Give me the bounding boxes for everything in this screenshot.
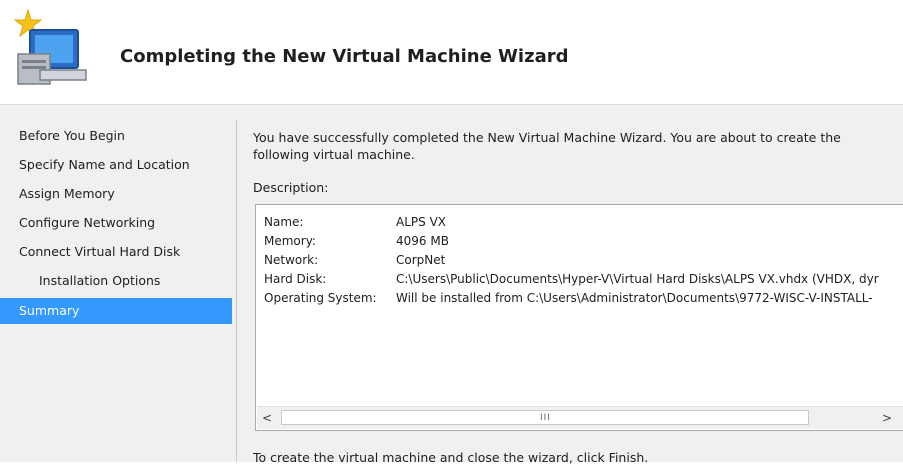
description-row-operating-system: Operating System: Will be installed from … — [264, 289, 879, 308]
step-connect-virtual-hard-disk[interactable]: Connect Virtual Hard Disk — [0, 239, 232, 265]
horizontal-scrollbar[interactable]: < III > — [257, 406, 903, 429]
scrollbar-grip-icon: III — [540, 413, 551, 423]
description-row-memory: Memory: 4096 MB — [264, 232, 879, 251]
description-key: Operating System: — [264, 291, 377, 305]
description-box[interactable]: Name: ALPS VX Memory: 4096 MB Network: Corp… — [255, 204, 903, 431]
description-label: Description: — [253, 180, 329, 195]
intro-text: You have successfully completed the New … — [253, 130, 841, 162]
description-table: Name: ALPS VX Memory: 4096 MB Network: Corp… — [264, 213, 879, 308]
wizard-header: Completing the New Virtual Machine Wizar… — [0, 0, 903, 105]
description-value: C:\Users\Public\Documents\Hyper-V\Virtua… — [396, 272, 879, 286]
finish-instruction-text: To create the virtual machine and close … — [253, 450, 649, 465]
step-summary[interactable]: Summary — [0, 298, 232, 324]
description-value: ALPS VX — [396, 215, 446, 229]
description-row-network: Network: CorpNet — [264, 251, 879, 270]
step-before-you-begin[interactable]: Before You Begin — [0, 123, 232, 149]
wizard-steps-sidebar: Before You Begin Specify Name and Locati… — [0, 105, 236, 462]
description-row-hard-disk: Hard Disk: C:\Users\Public\Documents\Hype… — [264, 270, 879, 289]
summary-content: You have successfully completed the New … — [253, 105, 903, 465]
computer-with-star-icon — [13, 8, 87, 85]
scrollbar-thumb[interactable]: III — [281, 410, 809, 425]
description-value: Will be installed from C:\Users\Administ… — [396, 291, 873, 305]
description-value: CorpNet — [396, 253, 446, 267]
description-value: 4096 MB — [396, 234, 449, 248]
description-key: Name: — [264, 215, 304, 229]
step-specify-name-and-location[interactable]: Specify Name and Location — [0, 152, 232, 178]
description-key: Network: — [264, 253, 319, 267]
description-row-name: Name: ALPS VX — [264, 213, 879, 232]
step-installation-options[interactable]: Installation Options — [0, 268, 232, 294]
description-key: Memory: — [264, 234, 316, 248]
step-assign-memory[interactable]: Assign Memory — [0, 181, 232, 207]
step-configure-networking[interactable]: Configure Networking — [0, 210, 232, 236]
description-key: Hard Disk: — [264, 272, 327, 286]
scroll-right-arrow-icon[interactable]: > — [877, 407, 897, 429]
sidebar-divider — [236, 120, 237, 462]
scroll-left-arrow-icon[interactable]: < — [257, 407, 277, 429]
wizard-title: Completing the New Virtual Machine Wizar… — [120, 46, 569, 67]
